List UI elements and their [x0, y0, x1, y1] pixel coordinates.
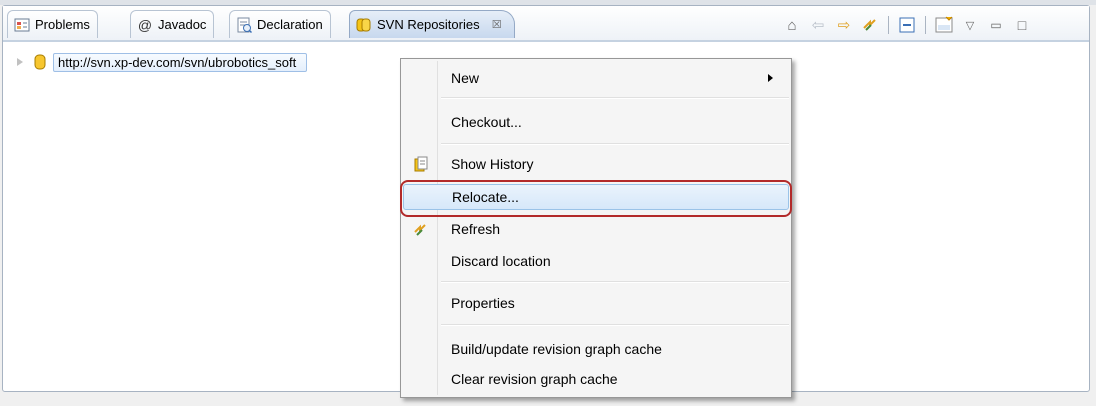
- menu-item-refresh[interactable]: Refresh: [403, 216, 789, 242]
- maximize-icon[interactable]: □: [1011, 14, 1033, 36]
- refresh-icon[interactable]: [859, 14, 881, 36]
- expand-arrow-icon[interactable]: [17, 58, 23, 66]
- tab-javadoc[interactable]: @ Javadoc: [130, 10, 215, 38]
- menu-item-clear-revision-graph-cache[interactable]: Clear revision graph cache: [403, 366, 789, 392]
- back-arrow-icon[interactable]: ⇦: [807, 14, 829, 36]
- menu-item-label: New: [451, 70, 480, 86]
- menu-separator: [441, 143, 789, 145]
- forward-arrow-icon[interactable]: ⇨: [833, 14, 855, 36]
- repository-url[interactable]: http://svn.xp-dev.com/svn/ubrobotics_sof…: [53, 52, 308, 72]
- menu-item-new[interactable]: New: [403, 65, 789, 91]
- close-icon[interactable]: ☒: [492, 18, 502, 31]
- at-icon: @: [137, 16, 153, 33]
- minimize-icon[interactable]: ▭: [985, 14, 1007, 36]
- menu-item-discard-location[interactable]: Discard location: [403, 248, 789, 274]
- context-menu: New Checkout... Show History Relocate...…: [400, 58, 792, 398]
- menu-item-label: Refresh: [451, 221, 501, 237]
- view-toolbar: ⌂ ⇦ ⇨ ▽ ▭ □: [781, 14, 1033, 36]
- menu-item-checkout[interactable]: Checkout...: [403, 109, 789, 135]
- svn-new-location-icon[interactable]: [933, 14, 955, 36]
- menu-separator: [441, 281, 789, 283]
- menu-item-build-revision-graph-cache[interactable]: Build/update revision graph cache: [403, 336, 789, 362]
- submenu-arrow-icon: [768, 74, 773, 82]
- svn-repositories-icon: [356, 18, 371, 31]
- menu-item-label: Relocate...: [452, 189, 519, 205]
- tab-javadoc-label: Javadoc: [158, 17, 207, 32]
- tab-problems-label: Problems: [35, 17, 90, 32]
- menu-separator: [441, 324, 789, 326]
- history-icon: [414, 156, 428, 172]
- tab-declaration-label: Declaration: [257, 17, 323, 32]
- declaration-icon: [237, 17, 252, 33]
- tab-problems[interactable]: Problems: [7, 10, 98, 38]
- menu-item-show-history[interactable]: Show History: [403, 151, 789, 177]
- tab-declaration[interactable]: Declaration: [229, 10, 331, 38]
- menu-item-label: Checkout...: [451, 114, 522, 130]
- menu-item-relocate[interactable]: Relocate...: [403, 184, 789, 210]
- repository-icon: [34, 54, 46, 70]
- problems-icon: [14, 18, 30, 31]
- menu-separator: [441, 97, 789, 99]
- toolbar-separator: [925, 16, 926, 34]
- refresh-icon: [414, 224, 426, 236]
- view-menu-icon[interactable]: ▽: [959, 14, 981, 36]
- repository-tree-row[interactable]: http://svn.xp-dev.com/svn/ubrobotics_sof…: [17, 52, 308, 72]
- toolbar-separator: [888, 16, 889, 34]
- menu-item-label: Build/update revision graph cache: [451, 341, 662, 357]
- menu-item-label: Properties: [451, 295, 515, 311]
- tab-svn-repositories-label: SVN Repositories: [377, 17, 480, 32]
- home-icon[interactable]: ⌂: [781, 14, 803, 36]
- tab-svn-repositories[interactable]: SVN Repositories ☒: [349, 10, 515, 38]
- menu-item-properties[interactable]: Properties: [403, 290, 789, 316]
- menu-item-label: Clear revision graph cache: [451, 371, 618, 387]
- menu-item-label: Discard location: [451, 253, 551, 269]
- view-tab-bar: Problems @ Javadoc Declaration SVN Repos…: [3, 6, 1089, 42]
- menu-item-label: Show History: [451, 156, 534, 172]
- collapse-all-icon[interactable]: [896, 14, 918, 36]
